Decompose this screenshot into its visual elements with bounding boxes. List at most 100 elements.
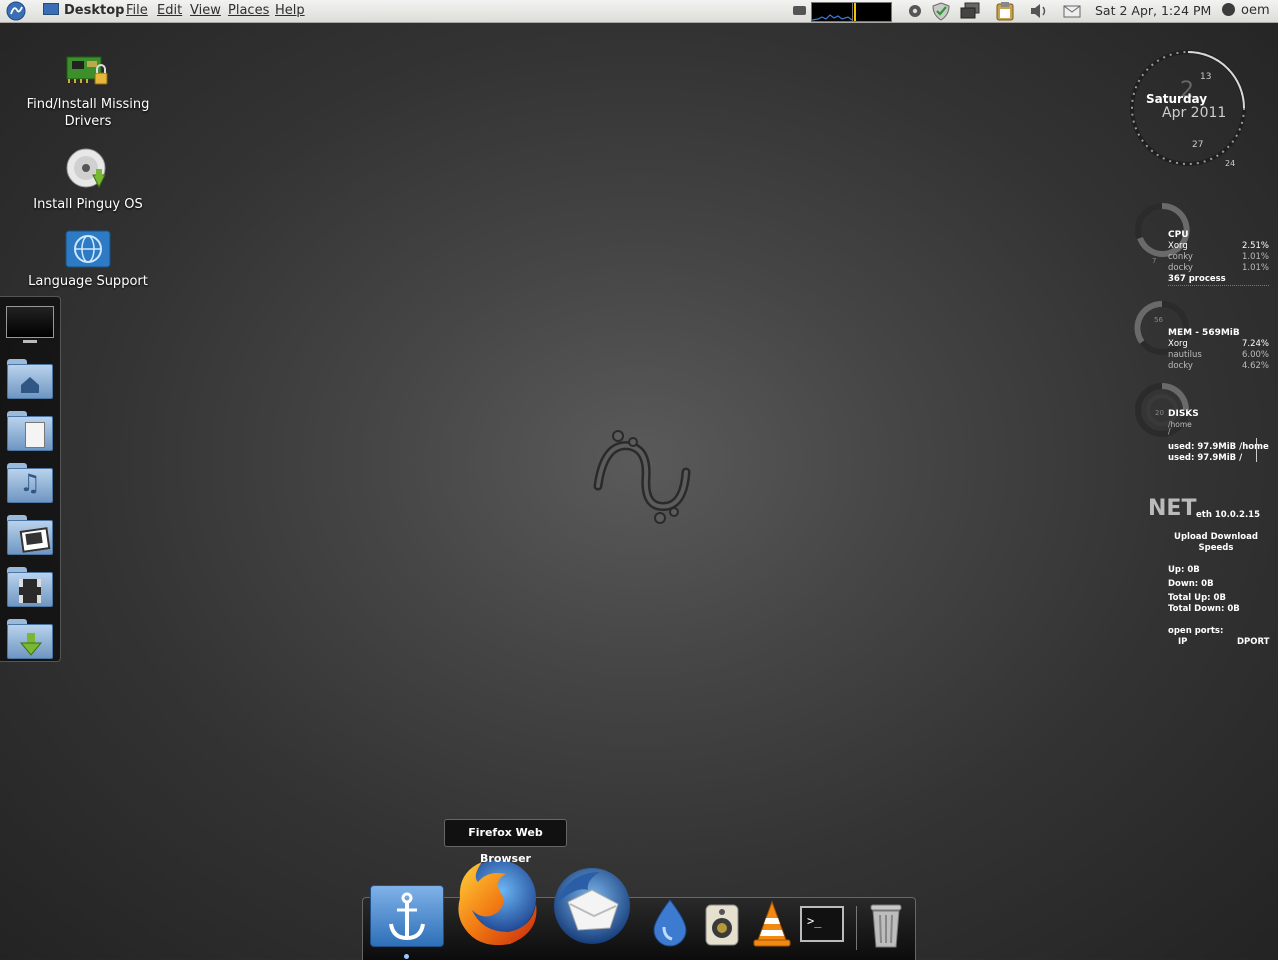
conky-date-widget: 2 Saturday Apr 2011 13 27 24 xyxy=(1128,48,1278,172)
home-folder-icon[interactable] xyxy=(7,359,53,399)
security-shield-icon[interactable] xyxy=(931,0,951,22)
cpu-proc-row: docky 1.01% xyxy=(1168,263,1269,274)
mem-proc-row: Xorg 7.24% xyxy=(1168,339,1269,350)
proc-name: Xorg xyxy=(1168,241,1188,251)
videos-folder-icon[interactable] xyxy=(7,567,53,607)
disk-used-home: used: 97.9MiB /home xyxy=(1168,442,1269,452)
clipboard-icon[interactable] xyxy=(994,0,1016,22)
desktop-app-label[interactable]: Desktop xyxy=(43,0,124,22)
terminal-icon[interactable]: >_ xyxy=(800,906,848,946)
date-tick-24: 24 xyxy=(1225,159,1236,168)
install-disc-icon xyxy=(66,148,106,189)
distro-logo-icon[interactable] xyxy=(4,1,28,23)
mem-process-list: Xorg 7.24% nautilus 6.00% docky 4.62% xyxy=(1168,339,1269,372)
mem-proc-row: docky 4.62% xyxy=(1168,361,1269,372)
deluge-icon[interactable] xyxy=(650,897,690,947)
net-header: Upload Download Speeds xyxy=(1174,532,1258,553)
docky-anchor-icon[interactable] xyxy=(370,885,444,947)
proc-value: 2.51% xyxy=(1241,241,1269,251)
speaker-icon[interactable] xyxy=(703,903,741,947)
cpu-monitor-graph[interactable] xyxy=(852,2,892,22)
driver-chip-icon xyxy=(66,56,108,85)
proc-value: 4.62% xyxy=(1241,361,1269,371)
proc-name: Xorg xyxy=(1168,339,1188,349)
desktop-icon-drivers[interactable]: Find/Install Missing Drivers xyxy=(18,47,158,130)
menu-file[interactable]: File xyxy=(126,0,148,22)
menu-help[interactable]: Help xyxy=(275,0,305,22)
conky-cpu-widget: 7 CPU Xorg 2.51% conky 1.01% docky 1.01% 36… xyxy=(1134,200,1270,290)
proc-name: nautilus xyxy=(1168,350,1202,360)
net-up: Up: 0B xyxy=(1168,565,1200,575)
user-name: oem xyxy=(1241,3,1270,18)
computer-monitor-icon[interactable] xyxy=(6,306,54,346)
cpu-title: CPU xyxy=(1168,230,1189,240)
mem-gauge-label: 56 xyxy=(1154,316,1163,324)
disk-gauge-label: 20 xyxy=(1155,409,1164,417)
dock-separator xyxy=(856,906,857,950)
conky-mem-widget: 56 MEM - 569MiB Xorg 7.24% nautilus 6.00% … xyxy=(1134,298,1270,378)
cpu-process-list: Xorg 2.51% conky 1.01% docky 1.01% 367 proc… xyxy=(1168,241,1269,286)
proc-value: 6.00% xyxy=(1241,350,1269,360)
disk-usage-bar xyxy=(1256,438,1257,462)
menu-places[interactable]: Places xyxy=(228,0,269,22)
menu-view[interactable]: View xyxy=(190,0,221,22)
network-monitor-graph[interactable] xyxy=(811,2,853,22)
music-folder-icon[interactable]: ♫ xyxy=(7,463,53,503)
install-label: Install Pinguy OS xyxy=(33,197,143,212)
net-dport-column: DPORT xyxy=(1237,637,1270,647)
thunderbird-icon[interactable] xyxy=(548,864,636,948)
proc-value: 1.01% xyxy=(1241,252,1269,262)
power-icon xyxy=(1222,3,1235,16)
drivers-label: Find/Install Missing Drivers xyxy=(26,97,150,129)
proc-value: 1.01% xyxy=(1241,263,1269,273)
proc-name: docky xyxy=(1168,263,1193,273)
panel-clock[interactable]: Sat 2 Apr, 1:24 PM xyxy=(1095,0,1211,22)
date-weekday: Saturday xyxy=(1146,92,1208,106)
net-ports-title: open ports: xyxy=(1168,626,1224,636)
volume-icon[interactable] xyxy=(1028,0,1050,22)
cpu-proc-row: Xorg 2.51% xyxy=(1168,241,1269,252)
screenshot-icon[interactable] xyxy=(793,0,806,22)
date-month-year: Apr 2011 xyxy=(1162,105,1227,121)
net-interface: eth 10.0.2.15 xyxy=(1196,510,1261,520)
net-total-up: Total Up: 0B xyxy=(1168,593,1226,603)
language-globe-icon xyxy=(65,230,111,268)
downloads-folder-icon[interactable] xyxy=(7,619,53,659)
side-launcher: ♫ xyxy=(0,296,61,662)
conky-disks-widget: 20 DISKS /home / used: 97.9MiB /home use… xyxy=(1134,380,1270,470)
wallpaper-logo xyxy=(588,428,692,532)
desktop-icon-language[interactable]: Language Support xyxy=(18,228,158,290)
disk-mount-root: / xyxy=(1168,427,1171,436)
language-label: Language Support xyxy=(28,274,148,289)
desktop-icon-install[interactable]: Install Pinguy OS xyxy=(18,147,158,213)
proc-value: 7.24% xyxy=(1241,339,1269,349)
menu-edit[interactable]: Edit xyxy=(157,0,182,22)
net-down: Down: 0B xyxy=(1168,579,1214,589)
cpu-process-count: 367 process xyxy=(1168,274,1269,286)
proc-name: docky xyxy=(1168,361,1193,371)
user-menu[interactable]: oem xyxy=(1222,0,1270,22)
net-total-down: Total Down: 0B xyxy=(1168,604,1240,614)
mail-envelope-icon[interactable] xyxy=(1062,0,1082,22)
settings-icon[interactable] xyxy=(907,0,923,22)
monitor-icon xyxy=(43,3,59,15)
mem-proc-row: nautilus 6.00% xyxy=(1168,350,1269,361)
disks-title: DISKS xyxy=(1168,409,1199,419)
disk-used-root: used: 97.9MiB / xyxy=(1168,453,1243,463)
workspace-switcher-icon[interactable] xyxy=(959,0,983,22)
cpu-gauge-label: 7 xyxy=(1152,257,1157,265)
vlc-icon[interactable] xyxy=(750,900,794,948)
trash-icon[interactable] xyxy=(868,901,904,949)
date-tick-27: 27 xyxy=(1192,140,1204,150)
running-indicator xyxy=(404,954,409,959)
proc-name: conky xyxy=(1168,252,1193,262)
pictures-folder-icon[interactable] xyxy=(7,515,53,555)
net-ip-column: IP xyxy=(1178,637,1188,647)
cpu-proc-row: conky 1.01% xyxy=(1168,252,1269,263)
dock-tooltip: Firefox Web Browser xyxy=(444,819,567,865)
documents-folder-icon[interactable] xyxy=(7,411,53,451)
date-tick-13: 13 xyxy=(1200,72,1212,82)
disk-mount-home: /home xyxy=(1168,420,1192,429)
mem-title: MEM - 569MiB xyxy=(1168,328,1240,338)
net-big-label: NET xyxy=(1148,496,1197,521)
